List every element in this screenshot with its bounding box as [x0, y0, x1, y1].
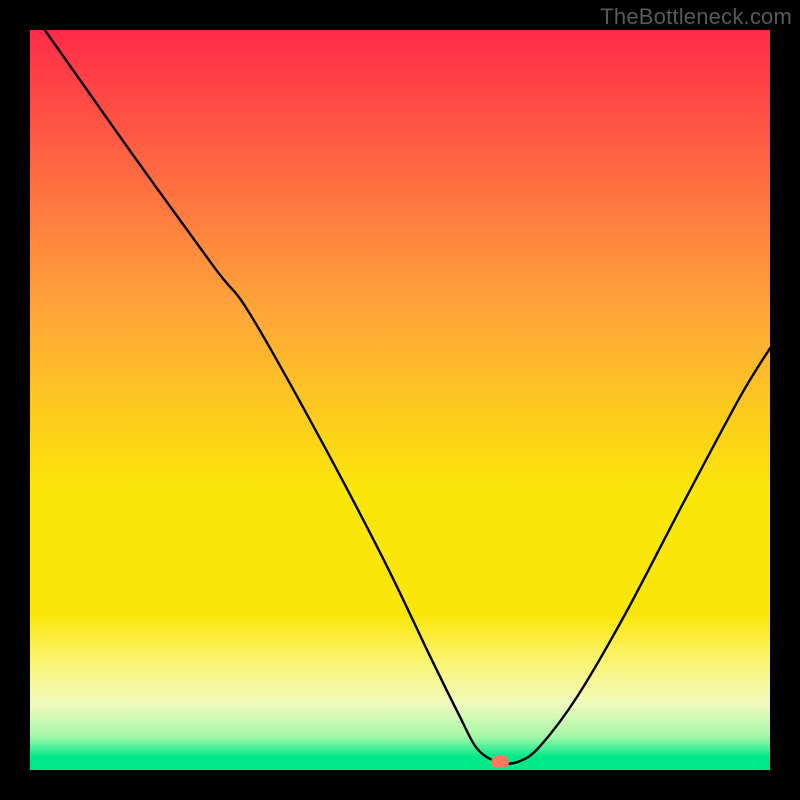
optimum-marker — [491, 756, 509, 768]
watermark-text: TheBottleneck.com — [600, 4, 792, 30]
bottleneck-curve — [30, 30, 770, 770]
plot-area — [30, 30, 770, 770]
chart-frame: TheBottleneck.com — [0, 0, 800, 800]
